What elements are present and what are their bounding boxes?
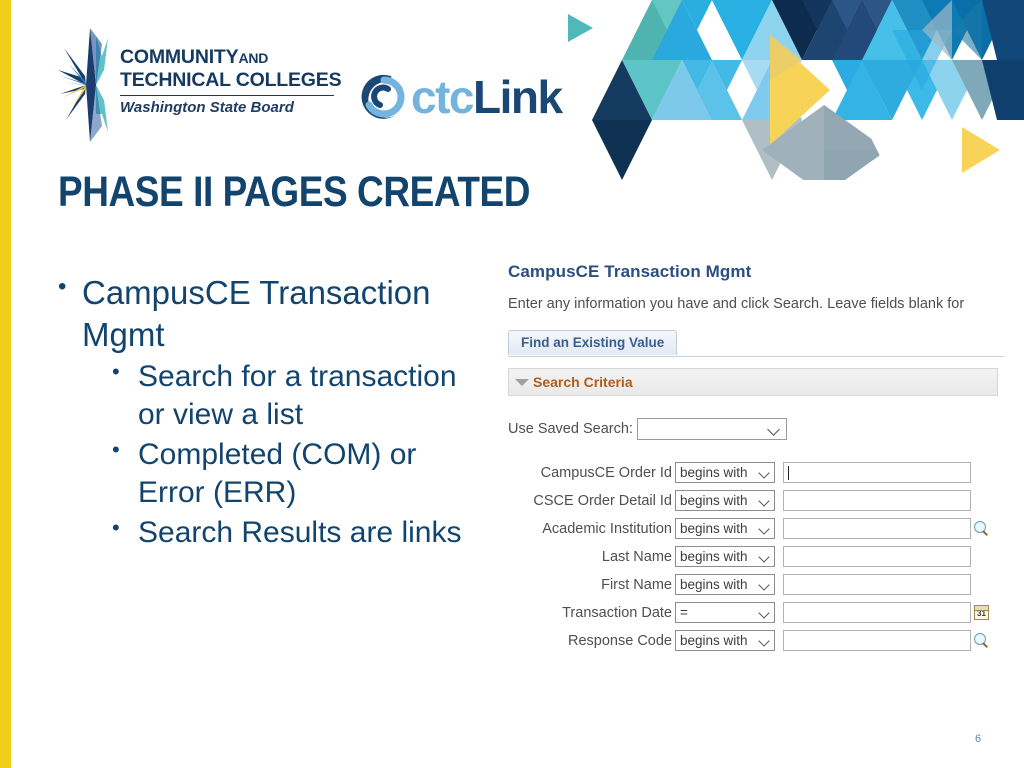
operator-value: begins with	[680, 549, 748, 564]
sbctc-divider	[120, 95, 334, 96]
chevron-down-icon	[758, 523, 770, 535]
search-field-row: First Name begins with	[508, 572, 1008, 597]
search-field-row: Academic Institution begins with	[508, 516, 1008, 541]
ps-instructions: Enter any information you have and click…	[508, 296, 965, 312]
tab-underline	[508, 356, 1004, 357]
field-label: CSCE Order Detail Id	[533, 492, 672, 509]
sbctc-line-1: COMMUNITYAND	[120, 46, 269, 68]
sbctc-line-3: Washington State Board	[120, 99, 294, 116]
ps-tab-strip: Find an Existing Value	[508, 330, 1008, 357]
chevron-down-icon[interactable]	[515, 378, 529, 386]
operator-select[interactable]: begins with	[675, 462, 775, 483]
operator-value: begins with	[680, 577, 748, 592]
sbctc-line-2: TECHNICAL COLLEGES	[120, 68, 342, 91]
field-input[interactable]	[783, 518, 971, 539]
use-saved-search-row: Use Saved Search:	[508, 418, 1008, 440]
ctclink-logo: ctcLink	[358, 70, 563, 124]
operator-value: =	[680, 605, 688, 620]
chevron-down-icon	[758, 635, 770, 647]
bullet-item-level2: Search Results are links	[102, 514, 490, 552]
search-criteria-label: Search Criteria	[533, 374, 633, 390]
operator-select[interactable]: =	[675, 602, 775, 623]
field-label: Academic Institution	[542, 520, 672, 537]
operator-value: begins with	[680, 465, 748, 480]
ctclink-wordmark: ctcLink	[411, 71, 563, 123]
search-criteria-header[interactable]: Search Criteria	[508, 368, 998, 396]
field-input[interactable]	[783, 574, 971, 595]
bullet-item-level2: Completed (COM) or Error (ERR)	[102, 436, 490, 512]
header-logos: COMMUNITYAND TECHNICAL COLLEGES Washingt…	[0, 22, 600, 142]
search-field-row: Last Name begins with	[508, 544, 1008, 569]
field-input[interactable]	[783, 462, 971, 483]
field-label: Response Code	[568, 632, 672, 649]
operator-select[interactable]: begins with	[675, 574, 775, 595]
chevron-down-icon	[758, 551, 770, 563]
bullet-list: CampusCE Transaction Mgmt Search for a t…	[50, 272, 490, 554]
search-field-row: Response Code begins with	[508, 628, 1008, 653]
page-title: PHASE II PAGES CREATED	[58, 168, 531, 216]
sbctc-wordmark: COMMUNITYAND TECHNICAL COLLEGES Washingt…	[120, 46, 342, 116]
field-input[interactable]	[783, 602, 971, 623]
saved-search-select[interactable]	[636, 418, 787, 440]
operator-value: begins with	[680, 493, 748, 508]
sbctc-compass-star-icon	[58, 28, 108, 142]
bullet-item-level2: Search for a transaction or view a list	[102, 358, 490, 434]
operator-value: begins with	[680, 521, 748, 536]
field-icon-slot: 31	[974, 605, 996, 620]
chevron-down-icon	[758, 495, 770, 507]
chevron-down-icon	[758, 467, 770, 479]
decorative-triangle-mosaic	[592, 0, 1024, 180]
ctclink-swirl-icon	[361, 74, 405, 119]
field-label: Last Name	[601, 548, 672, 565]
use-saved-search-label: Use Saved Search:	[508, 421, 633, 437]
tab-find-an-existing-value[interactable]: Find an Existing Value	[508, 330, 678, 355]
search-field-row: CampusCE Order Id begins with	[508, 460, 1008, 485]
search-field-row: Transaction Date = 31	[508, 600, 1008, 625]
text-caret	[788, 466, 789, 480]
field-label: CampusCE Order Id	[540, 464, 672, 481]
field-input[interactable]	[783, 546, 971, 567]
bullet-item-level1: CampusCE Transaction Mgmt	[50, 272, 490, 356]
chevron-down-icon	[758, 579, 770, 591]
search-icon[interactable]	[974, 520, 990, 537]
operator-select[interactable]: begins with	[675, 518, 775, 539]
field-icon-slot	[974, 520, 996, 537]
page-number: 6	[975, 733, 982, 745]
chevron-down-icon	[758, 607, 770, 619]
field-input[interactable]	[783, 490, 971, 511]
operator-select[interactable]: begins with	[675, 630, 775, 651]
field-label: First Name	[601, 576, 672, 593]
field-label: Transaction Date	[562, 604, 672, 621]
calendar-icon[interactable]: 31	[974, 605, 989, 620]
operator-value: begins with	[680, 633, 748, 648]
search-field-row: CSCE Order Detail Id begins with	[508, 488, 1008, 513]
peoplesoft-screenshot: CampusCE Transaction Mgmt Enter any info…	[508, 262, 1008, 656]
search-fields-list: CampusCE Order Id begins with CSCE Order…	[508, 460, 1008, 653]
search-icon[interactable]	[974, 632, 990, 649]
chevron-down-icon	[767, 423, 780, 436]
operator-select[interactable]: begins with	[675, 546, 775, 567]
field-icon-slot	[974, 632, 996, 649]
ps-page-title: CampusCE Transaction Mgmt	[508, 262, 752, 281]
operator-select[interactable]: begins with	[675, 490, 775, 511]
field-input[interactable]	[783, 630, 971, 651]
